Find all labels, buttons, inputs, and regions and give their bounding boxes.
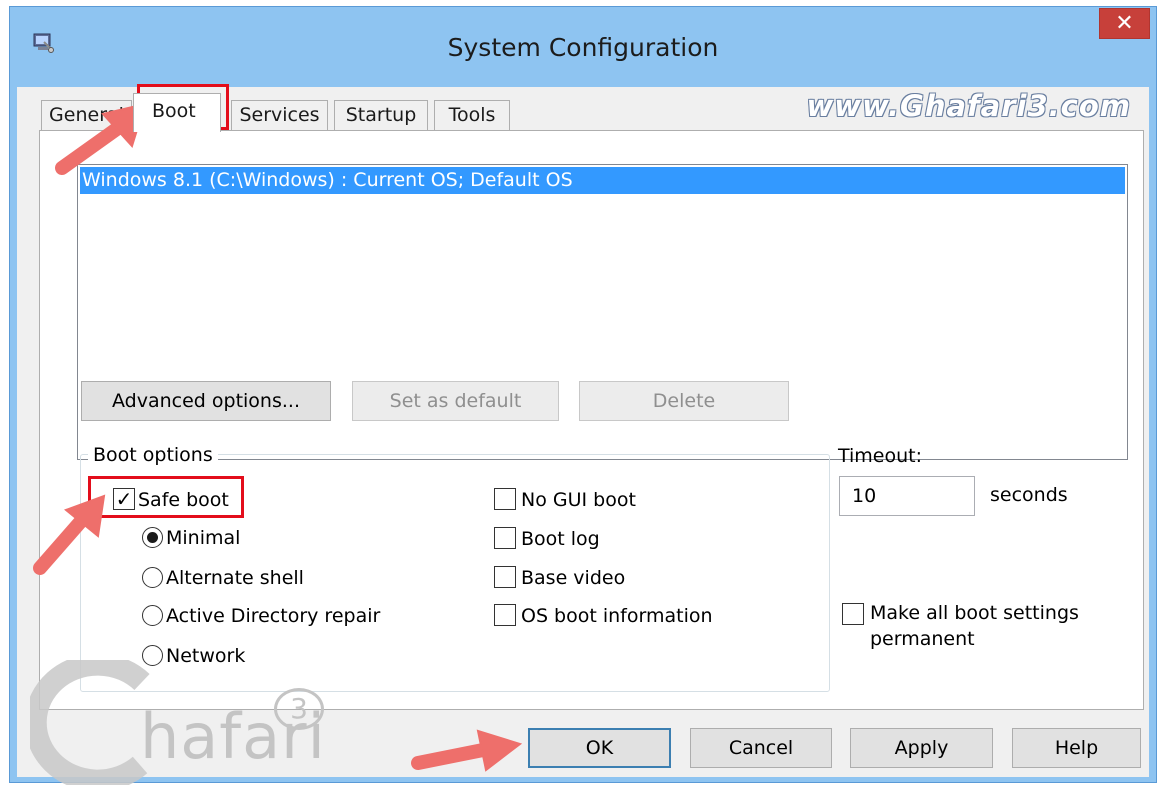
safe-boot-highlight <box>88 476 244 518</box>
timeout-unit: seconds <box>990 484 1068 506</box>
tab-label: General <box>49 104 124 126</box>
tab-label: Startup <box>345 104 417 126</box>
tab-label: Services <box>239 104 320 126</box>
active-directory-repair-radio[interactable] <box>142 605 163 626</box>
make-permanent-label-line1: Make all boot settings <box>870 602 1079 624</box>
make-permanent-label-line2: permanent <box>870 628 975 650</box>
tab-label: Boot <box>152 100 196 122</box>
tab-services[interactable]: Services <box>231 100 328 131</box>
advanced-options-button[interactable]: Advanced options... <box>81 381 331 421</box>
apply-button[interactable]: Apply <box>850 728 993 768</box>
tab-boot[interactable]: Boot <box>133 93 221 132</box>
base-video-label: Base video <box>521 567 626 589</box>
logo-superscript-circle: 3 <box>274 688 324 730</box>
watermark-url: www.Ghafari3.com <box>806 89 1131 123</box>
os-list-item[interactable]: Windows 8.1 (C:\Windows) : Current OS; D… <box>80 167 1125 194</box>
tab-tools[interactable]: Tools <box>434 100 510 131</box>
timeout-input[interactable]: 10 <box>839 476 975 516</box>
radio-dot <box>147 532 158 543</box>
close-button[interactable]: ✕ <box>1099 8 1150 39</box>
make-permanent-checkbox[interactable] <box>842 603 864 625</box>
tab-startup[interactable]: Startup <box>334 100 428 131</box>
active-directory-repair-label: Active Directory repair <box>166 605 381 627</box>
ok-button[interactable]: OK <box>528 728 671 768</box>
minimal-radio[interactable] <box>142 527 163 548</box>
os-boot-information-label: OS boot information <box>521 605 713 627</box>
title-bar[interactable]: System Configuration ✕ <box>10 7 1156 87</box>
alternate-shell-label: Alternate shell <box>166 567 304 589</box>
logo-superscript: 3 <box>290 692 308 725</box>
window-title: System Configuration <box>447 33 719 62</box>
tab-label: Tools <box>448 104 496 126</box>
timeout-label: Timeout: <box>838 445 923 467</box>
os-boot-information-checkbox[interactable] <box>494 604 516 626</box>
help-button[interactable]: Help <box>1012 728 1141 768</box>
boot-options-legend: Boot options <box>88 443 218 467</box>
boot-log-label: Boot log <box>521 528 600 550</box>
minimal-label: Minimal <box>166 527 241 549</box>
ghafari-logo: G hafari 3 <box>24 653 330 789</box>
delete-button[interactable]: Delete <box>579 381 789 421</box>
set-as-default-button[interactable]: Set as default <box>352 381 559 421</box>
boot-tab-panel: Windows 8.1 (C:\Windows) : Current OS; D… <box>39 130 1144 710</box>
tab-general[interactable]: General <box>41 100 132 131</box>
base-video-checkbox[interactable] <box>494 566 516 588</box>
boot-log-checkbox[interactable] <box>494 527 516 549</box>
no-gui-boot-checkbox[interactable] <box>494 488 516 510</box>
logo-letter: G <box>30 660 31 661</box>
cancel-button[interactable]: Cancel <box>690 728 832 768</box>
no-gui-boot-label: No GUI boot <box>521 489 636 511</box>
alternate-shell-radio[interactable] <box>142 567 163 588</box>
